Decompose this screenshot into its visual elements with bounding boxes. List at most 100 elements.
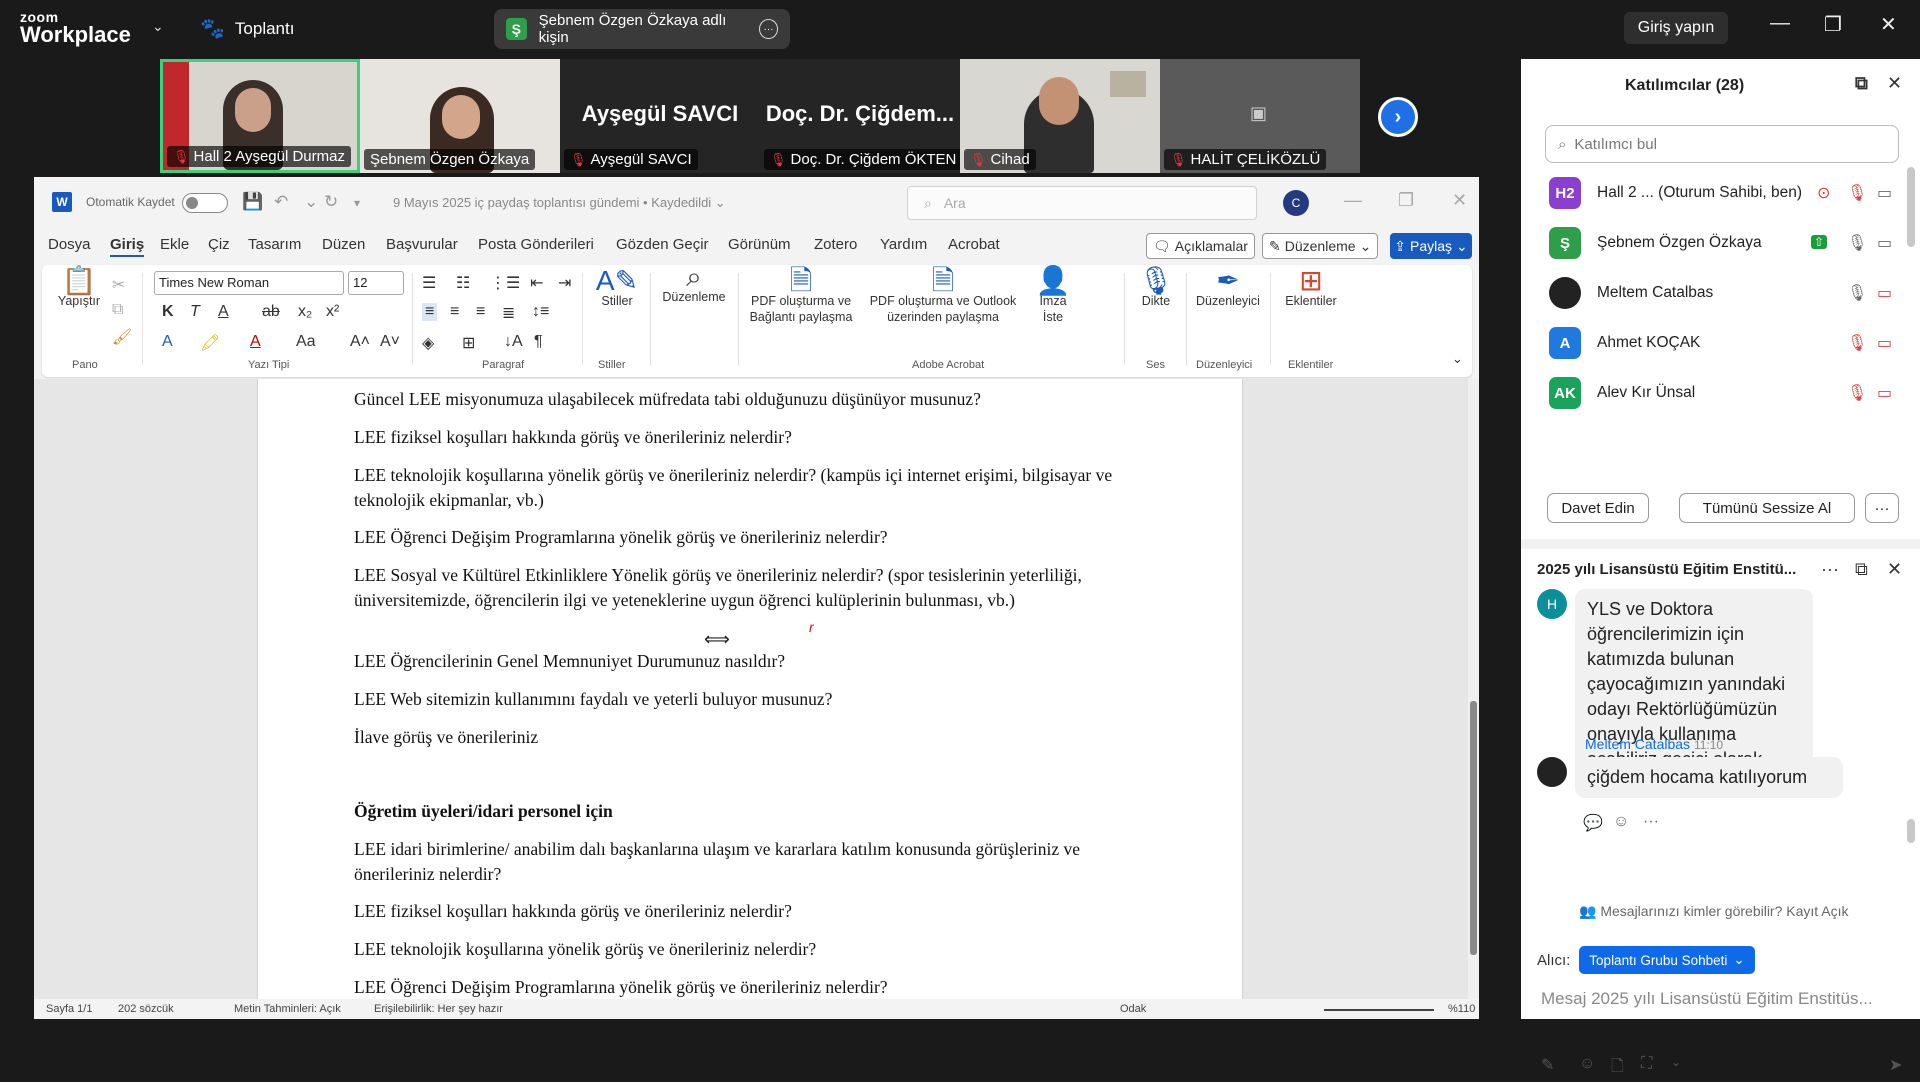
video-tile[interactable]: 🎙 Cihad: [960, 59, 1160, 173]
pdf-outlook-button[interactable]: 🗎 PDF oluşturma ve Outlook üzerinden payla…: [862, 267, 1024, 325]
align-left-icon[interactable]: ≡: [422, 303, 438, 321]
status-words[interactable]: 202 sözcük: [118, 1003, 174, 1015]
doc-paragraph[interactable]: LEE Öğrenci Değişim Programlarına yöneli…: [354, 975, 1114, 999]
more-icon[interactable]: ···: [1821, 559, 1839, 580]
status-accessibility[interactable]: Erişilebilirlik: Her şey hazır: [374, 1003, 503, 1015]
maximize-icon[interactable]: ❐: [1824, 12, 1842, 37]
chevron-down-icon[interactable]: ⌄: [152, 18, 164, 35]
tab-acrobat[interactable]: Acrobat: [948, 236, 1000, 253]
invite-button[interactable]: Davet Edin: [1547, 493, 1649, 523]
scrollbar-thumb[interactable]: [1470, 701, 1477, 955]
doc-paragraph[interactable]: LEE idari birimlerine/ anabilim dalı baş…: [354, 837, 1114, 887]
camera-off-icon[interactable]: ▭: [1877, 283, 1892, 303]
minimize-icon[interactable]: —: [1770, 12, 1790, 35]
signin-button[interactable]: Giriş yapın: [1624, 12, 1728, 44]
popout-icon[interactable]: ⧉: [1855, 559, 1868, 580]
camera-off-icon[interactable]: ▭: [1877, 333, 1892, 353]
recipient-select[interactable]: Toplantı Grubu Sohbeti ⌄: [1579, 946, 1755, 974]
chat-message-input[interactable]: Mesaj 2025 yılı Lisansüstü Eğitim Enstit…: [1541, 989, 1873, 1009]
mic-icon[interactable]: 🎙: [1847, 233, 1867, 253]
doc-paragraph[interactable]: LEE Öğrencilerinin Genel Memnuniyet Duru…: [354, 649, 1114, 674]
sort-icon[interactable]: ↓A: [504, 333, 523, 351]
meeting-button[interactable]: 🐾 Toplantı: [200, 16, 294, 41]
autosave-toggle[interactable]: [182, 193, 228, 213]
doc-heading[interactable]: Öğretim üyeleri/idari personel için: [354, 799, 1114, 824]
zoom-logo[interactable]: zoom Workplace: [20, 10, 131, 46]
status-predictions[interactable]: Metin Tahminleri: Açık: [234, 1003, 341, 1015]
tab-ciz[interactable]: Çiz: [208, 236, 230, 253]
save-icon[interactable]: 💾: [242, 192, 263, 212]
camera-icon[interactable]: ▭: [1877, 183, 1892, 203]
shrink-font-icon[interactable]: A˅: [380, 333, 400, 351]
participant-row[interactable]: Meltem Catalbas 🎙 ▭: [1521, 269, 1906, 319]
collapse-ribbon-icon[interactable]: ⌄: [1452, 351, 1463, 367]
video-tile[interactable]: 🎙 Hall 2 Ayşegül Durmaz: [160, 59, 360, 173]
zoom-slider[interactable]: [1324, 1009, 1434, 1011]
video-tile[interactable]: ▣ 🎙 HALİT ÇELİKÖZLÜ: [1160, 59, 1360, 173]
more-icon[interactable]: ···: [759, 19, 778, 39]
camera-icon[interactable]: ▭: [1877, 233, 1892, 253]
word-search-input[interactable]: ⌕ Ara: [907, 186, 1257, 220]
tab-posta[interactable]: Posta Gönderileri: [478, 236, 594, 253]
chat-scrollbar[interactable]: [1907, 819, 1915, 843]
close-chat-icon[interactable]: ✕: [1887, 559, 1902, 580]
show-formatting-icon[interactable]: ¶: [534, 333, 543, 351]
tab-ekle[interactable]: Ekle: [160, 236, 189, 253]
doc-paragraph[interactable]: LEE fiziksel koşulları hakkında görüş ve…: [354, 425, 1114, 450]
participant-row[interactable]: AK Alev Kır Ünsal 🎙 ▭: [1521, 369, 1906, 419]
italic-icon[interactable]: T: [190, 303, 200, 321]
chat-sender-name[interactable]: Meltem Catalbas: [1585, 736, 1690, 752]
borders-icon[interactable]: ⊞: [462, 333, 475, 353]
user-avatar[interactable]: C: [1283, 190, 1309, 216]
change-case-icon[interactable]: Aa: [296, 333, 316, 351]
tab-basvurular[interactable]: Başvurular: [386, 236, 458, 253]
align-right-icon[interactable]: ≡: [476, 303, 485, 321]
stop-sharing-icon[interactable]: ⊙: [1817, 183, 1830, 203]
participant-row[interactable]: Ş Şebnem Özgen Özkaya ⇧ 🎙 ▭: [1521, 219, 1906, 269]
multilevel-list-icon[interactable]: ⋮☰: [490, 273, 520, 293]
word-close-icon[interactable]: ✕: [1452, 190, 1467, 211]
redo-icon[interactable]: ↻: [324, 192, 338, 212]
font-color-icon[interactable]: A: [250, 333, 261, 351]
active-speaker-pill[interactable]: Ş Şebnem Özgen Özkaya adlı kişin ···: [494, 9, 790, 49]
status-page[interactable]: Sayfa 1/1: [46, 1003, 92, 1015]
highlight-icon[interactable]: 🖍: [200, 333, 220, 353]
doc-paragraph[interactable]: LEE Sosyal ve Kültürel Etkinliklere Yöne…: [354, 563, 1114, 613]
mic-off-icon[interactable]: 🎙: [1847, 383, 1867, 403]
mic-off-icon[interactable]: 🎙: [1847, 333, 1867, 353]
font-size-select[interactable]: 12: [348, 271, 404, 295]
file-icon[interactable]: 🗋: [1611, 1055, 1624, 1082]
text-effects-icon[interactable]: A: [162, 333, 173, 351]
bullets-icon[interactable]: ☰: [422, 273, 436, 293]
participant-row[interactable]: A Ahmet KOÇAK 🎙 ▭: [1521, 319, 1906, 369]
undo-icon[interactable]: ↶: [274, 192, 288, 212]
numbering-icon[interactable]: ☷: [456, 273, 470, 293]
word-minimize-icon[interactable]: —: [1344, 190, 1362, 211]
document-page[interactable]: Güncel LEE misyonumuza ulaşabilecek müfr…: [257, 379, 1243, 999]
more-icon[interactable]: ···: [1643, 813, 1659, 831]
strikethrough-icon[interactable]: ab: [262, 303, 280, 321]
tab-gozden-gecir[interactable]: Gözden Geçir: [616, 236, 709, 253]
editing-button[interactable]: ⌕ Düzenleme: [656, 263, 732, 305]
document-title[interactable]: 9 Mayıs 2025 iç paydaş toplantısı gündem…: [393, 195, 726, 211]
increase-indent-icon[interactable]: ⇥: [558, 273, 571, 293]
close-icon[interactable]: ✕: [1880, 12, 1897, 37]
video-tile[interactable]: Şebnem Özgen Özkaya: [360, 59, 560, 173]
visibility-notice[interactable]: 👥 Mesajlarınızı kimler görebilir? Kayıt …: [1579, 903, 1849, 920]
participant-row[interactable]: H2 Hall 2 ... (Oturum Sahibi, ben) ⊙ 🎙 ▭: [1521, 169, 1906, 219]
tab-dosya[interactable]: Dosya: [48, 236, 91, 253]
participant-search-input[interactable]: ⌕ Katılımcı bul: [1545, 125, 1899, 163]
copy-icon[interactable]: ⧉: [112, 301, 123, 319]
grow-font-icon[interactable]: A˄: [350, 333, 370, 351]
tab-tasarim[interactable]: Tasarım: [248, 236, 301, 253]
camera-off-icon[interactable]: ▭: [1877, 383, 1892, 403]
chat-message[interactable]: çiğdem hocama katılıyorum: [1575, 757, 1843, 798]
dictate-button[interactable]: 🎙 Dikte: [1132, 267, 1180, 309]
paste-button[interactable]: 📋 Yapıştır: [52, 267, 106, 309]
pdf-link-button[interactable]: 🗎 PDF oluşturma ve Bağlantı paylaşma: [746, 267, 856, 325]
status-zoom[interactable]: %110: [1448, 1003, 1475, 1015]
video-tile[interactable]: Ayşegül SAVCI 🎙 Ayşegül SAVCI: [560, 59, 760, 173]
participants-scrollbar[interactable]: [1907, 167, 1915, 247]
font-name-select[interactable]: Times New Roman: [154, 271, 344, 295]
cut-icon[interactable]: ✂: [112, 275, 125, 295]
